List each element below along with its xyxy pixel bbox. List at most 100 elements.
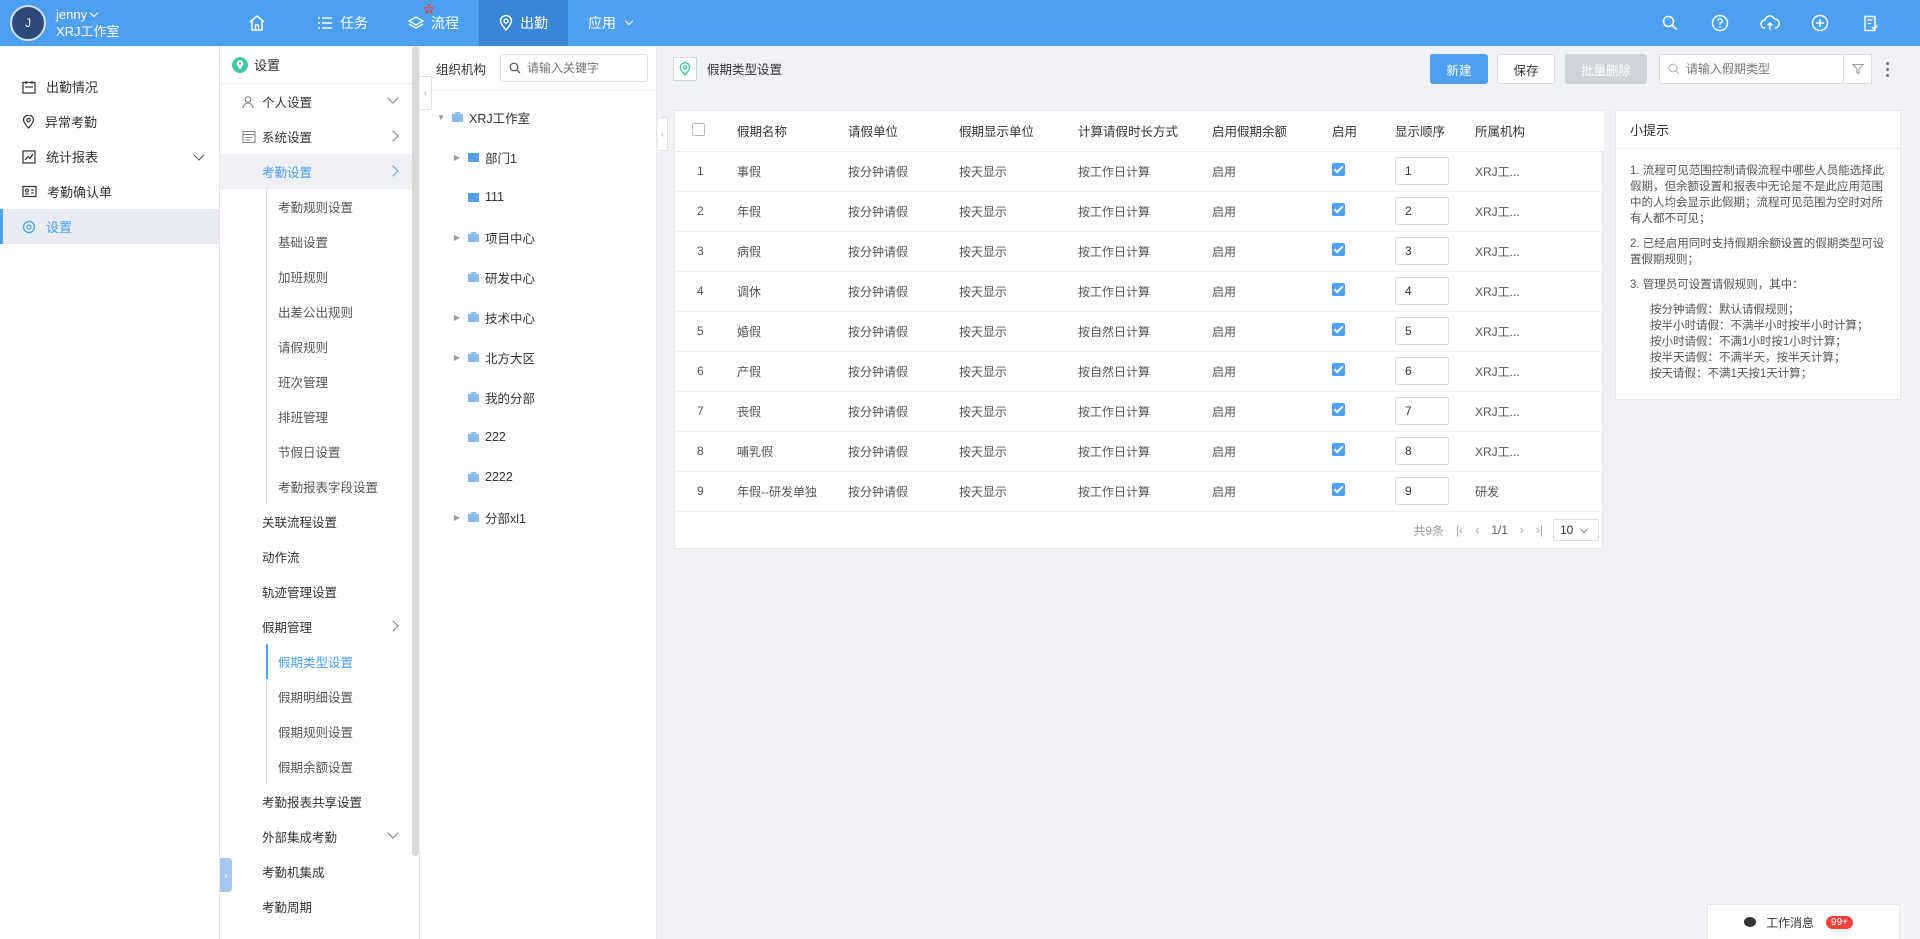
page-size-select[interactable]: 10 xyxy=(1553,519,1599,541)
org-search[interactable] xyxy=(500,54,649,82)
menu-action-flow[interactable]: 动作流 xyxy=(220,539,419,574)
nav-task[interactable]: 任务 xyxy=(297,0,388,46)
tree-node[interactable]: ▶ 分部xl1 xyxy=(420,497,656,537)
org-search-input[interactable] xyxy=(527,61,638,75)
table-row[interactable]: 6 产假 按分钟请假 按天显示 按自然日计算 启用 XRJ工... xyxy=(675,351,1604,392)
enabled-checkbox[interactable] xyxy=(1332,323,1345,336)
menu-holiday-management[interactable]: 假期管理 xyxy=(220,609,419,644)
enabled-checkbox[interactable] xyxy=(1332,203,1345,216)
sidebar-item-settings[interactable]: 设置 xyxy=(0,209,219,244)
menu-sub-item[interactable]: 请假规则 xyxy=(220,329,419,364)
table-row[interactable]: 4 调休 按分钟请假 按天显示 按工作日计算 启用 XRJ工... xyxy=(675,271,1604,312)
tree-node[interactable]: 111 xyxy=(420,177,656,217)
user-name[interactable]: jenny xyxy=(56,6,120,23)
table-row[interactable]: 8 哺乳假 按分钟请假 按天显示 按工作日计算 启用 XRJ工... xyxy=(675,431,1604,472)
enabled-checkbox[interactable] xyxy=(1332,243,1345,256)
sidebar-item-reports[interactable]: 统计报表 xyxy=(0,139,219,174)
menu-report-share[interactable]: 考勤报表共享设置 xyxy=(220,784,419,819)
display-order-input[interactable] xyxy=(1395,397,1449,425)
table-row[interactable]: 1 事假 按分钟请假 按天显示 按工作日计算 启用 XRJ工... xyxy=(675,151,1604,192)
tree-node[interactable]: 2222 xyxy=(420,457,656,497)
display-order-input[interactable] xyxy=(1395,277,1449,305)
menu-sub-item[interactable]: 基础设置 xyxy=(220,224,419,259)
enabled-checkbox[interactable] xyxy=(1332,163,1345,176)
display-order-input[interactable] xyxy=(1395,437,1449,465)
report-icon[interactable] xyxy=(1860,13,1880,33)
collapse-left-button[interactable]: ‹ xyxy=(658,117,668,151)
display-order-input[interactable] xyxy=(1395,317,1449,345)
leave-name[interactable]: 丧假 xyxy=(737,391,848,432)
menu-sub-item[interactable]: 假期规则设置 xyxy=(220,714,419,749)
add-circle-icon[interactable] xyxy=(1810,13,1830,33)
menu-sub-item[interactable]: 假期余额设置 xyxy=(220,749,419,784)
last-page-icon[interactable]: ›| xyxy=(1536,523,1543,537)
menu-track-settings[interactable]: 轨迹管理设置 xyxy=(220,574,419,609)
help-icon[interactable] xyxy=(1710,13,1730,33)
nav-apps[interactable]: 应用 xyxy=(568,0,652,46)
enabled-checkbox[interactable] xyxy=(1332,443,1345,456)
tree-node[interactable]: ▶ 北方大区 xyxy=(420,337,656,377)
collapse-sidebar-button[interactable]: ‹ xyxy=(220,858,232,892)
leave-name[interactable]: 产假 xyxy=(737,351,848,392)
enabled-checkbox[interactable] xyxy=(1332,403,1345,416)
menu-sub-item[interactable]: 假期明细设置 xyxy=(220,679,419,714)
menu-system-settings[interactable]: 系统设置 xyxy=(220,119,419,154)
user-menu[interactable]: J jenny XRJ工作室 xyxy=(0,0,216,46)
leave-name[interactable]: 病假 xyxy=(737,231,848,272)
display-order-input[interactable] xyxy=(1395,237,1449,265)
enabled-checkbox[interactable] xyxy=(1332,283,1345,296)
display-order-input[interactable] xyxy=(1395,477,1449,505)
caret-right-icon[interactable]: ▶ xyxy=(450,153,464,162)
menu-attendance-settings[interactable]: 考勤设置 xyxy=(220,154,419,189)
caret-right-icon[interactable]: ▶ xyxy=(450,353,464,362)
menu-machine-integration[interactable]: 考勤机集成 xyxy=(220,854,419,889)
collapse-org-tree-button[interactable]: ‹ xyxy=(420,76,432,110)
leave-name[interactable]: 调休 xyxy=(737,271,848,312)
leave-type-search[interactable] xyxy=(1659,54,1844,84)
enabled-checkbox[interactable] xyxy=(1332,363,1345,376)
menu-sub-item[interactable]: 考勤规则设置 xyxy=(220,189,419,224)
tree-node[interactable]: 222 xyxy=(420,417,656,457)
select-all-checkbox[interactable] xyxy=(692,122,705,136)
nav-attendance[interactable]: 出勤 xyxy=(479,0,568,46)
menu-sub-item[interactable]: 班次管理 xyxy=(220,364,419,399)
table-row[interactable]: 5 婚假 按分钟请假 按天显示 按自然日计算 启用 XRJ工... xyxy=(675,311,1604,352)
search-icon[interactable] xyxy=(1660,13,1680,33)
caret-down-icon[interactable]: ▼ xyxy=(434,113,448,122)
caret-right-icon[interactable]: ▶ xyxy=(450,233,464,242)
menu-sub-item-leave-types[interactable]: 假期类型设置 xyxy=(220,644,419,679)
batch-delete-button[interactable]: 批量删除 xyxy=(1565,54,1647,84)
next-page-icon[interactable]: › xyxy=(1520,523,1524,537)
leave-type-search-input[interactable] xyxy=(1686,62,1826,76)
more-options-icon[interactable] xyxy=(1882,60,1892,78)
menu-sub-item[interactable]: 出差公出规则 xyxy=(220,294,419,329)
filter-button[interactable] xyxy=(1844,54,1872,84)
menu-sub-item[interactable]: 节假日设置 xyxy=(220,434,419,469)
cloud-upload-icon[interactable] xyxy=(1760,13,1780,33)
leave-name[interactable]: 年假--研发单独 xyxy=(737,471,848,512)
tree-node-root[interactable]: ▼ XRJ工作室 xyxy=(420,97,656,137)
menu-attendance-period[interactable]: 考勤周期 xyxy=(220,889,419,924)
menu-sub-item[interactable]: 加班规则 xyxy=(220,259,419,294)
nav-flow[interactable]: 流程 xyxy=(388,0,479,46)
avatar[interactable]: J xyxy=(10,5,46,41)
prev-page-icon[interactable]: ‹ xyxy=(1475,523,1479,537)
tree-node[interactable]: 我的分部 xyxy=(420,377,656,417)
menu-external-integration[interactable]: 外部集成考勤 xyxy=(220,819,419,854)
menu-personal-settings[interactable]: 个人设置 xyxy=(220,84,419,119)
leave-name[interactable]: 事假 xyxy=(737,151,848,192)
first-page-icon[interactable]: |‹ xyxy=(1456,523,1463,537)
caret-right-icon[interactable]: ▶ xyxy=(450,513,464,522)
tree-node[interactable]: ▶ 项目中心 xyxy=(420,217,656,257)
tree-node[interactable]: ▶ 技术中心 xyxy=(420,297,656,337)
menu-sub-item[interactable]: 排班管理 xyxy=(220,399,419,434)
save-button[interactable]: 保存 xyxy=(1497,54,1555,84)
new-button[interactable]: 新建 xyxy=(1430,54,1488,84)
display-order-input[interactable] xyxy=(1395,357,1449,385)
sidebar-item-confirm[interactable]: 考勤确认单 xyxy=(0,174,219,209)
tree-node[interactable]: 研发中心 xyxy=(420,257,656,297)
table-row[interactable]: 9 年假--研发单独 按分钟请假 按天显示 按工作日计算 启用 研发 xyxy=(675,471,1604,512)
tree-node[interactable]: ▶ 部门1 xyxy=(420,137,656,177)
caret-right-icon[interactable]: ▶ xyxy=(450,313,464,322)
sidebar-item-abnormal[interactable]: 异常考勤 xyxy=(0,104,219,139)
